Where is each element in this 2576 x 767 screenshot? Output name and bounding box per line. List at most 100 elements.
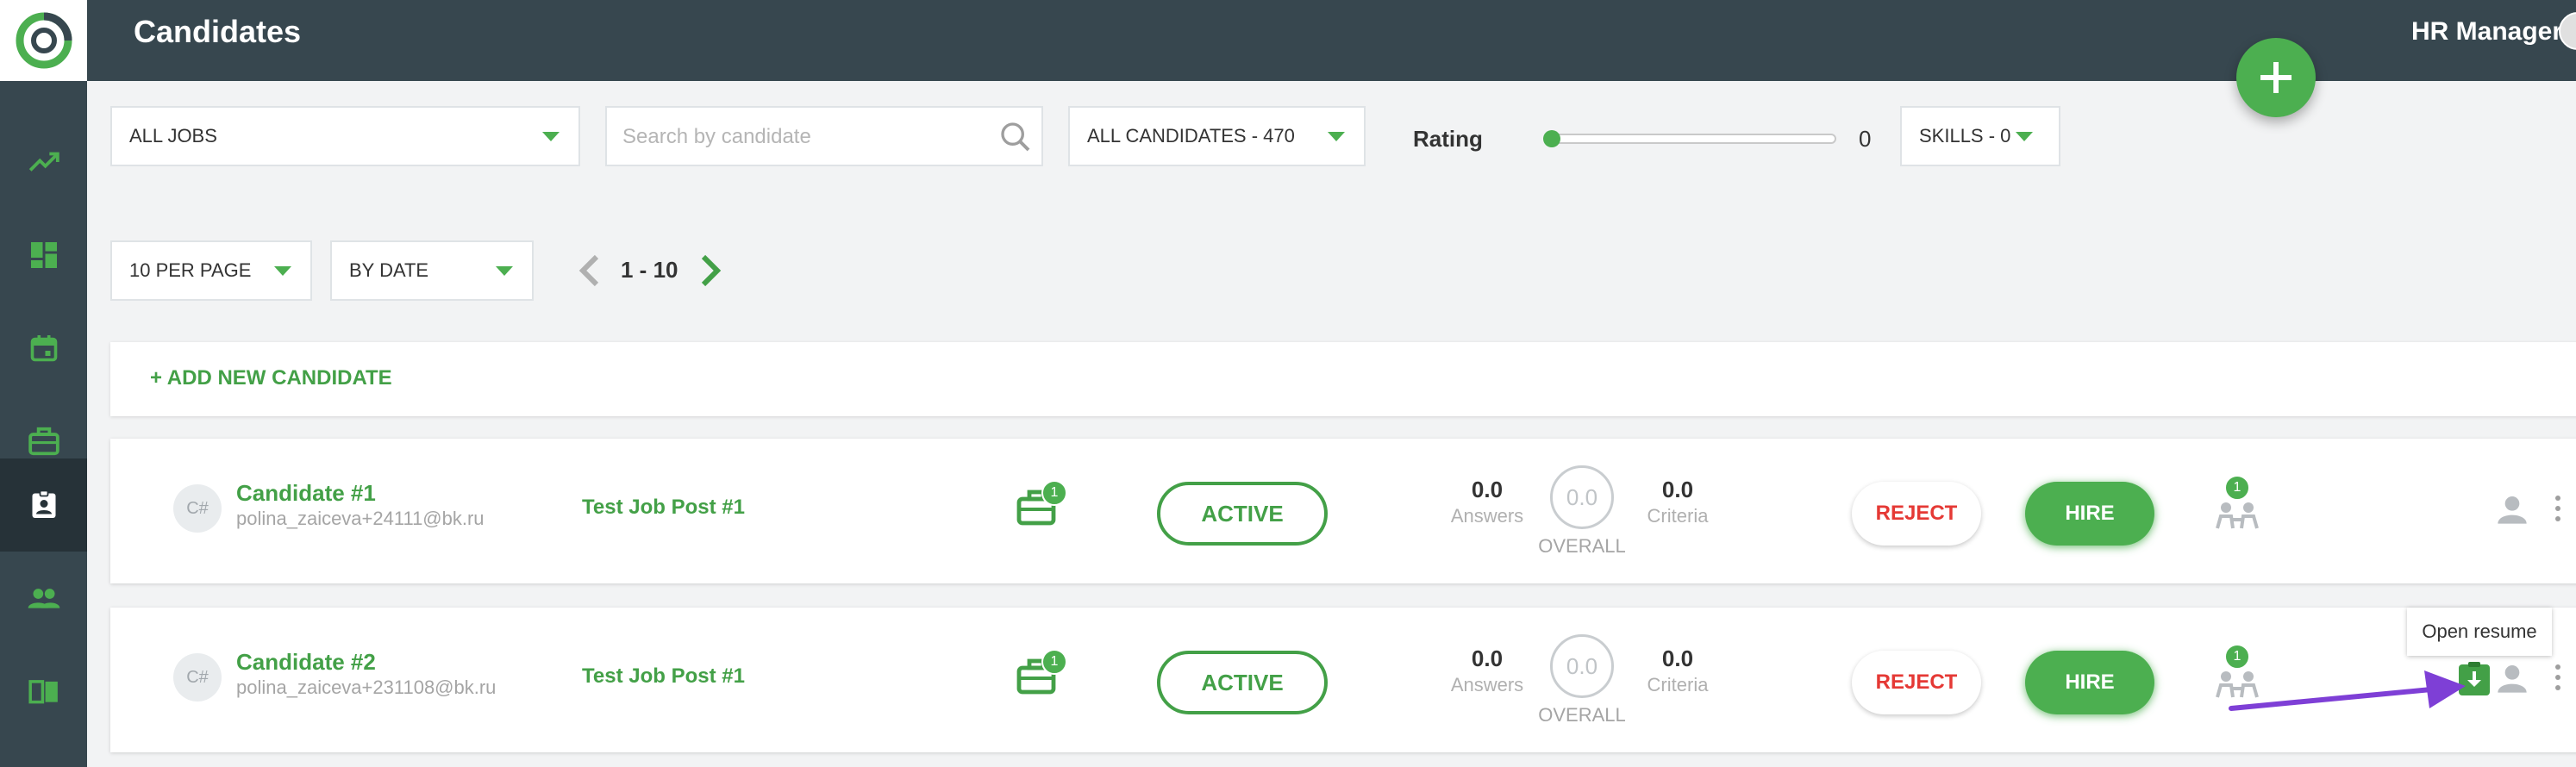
reject-button[interactable]: REJECT [1852,651,1981,714]
candidate-profile-button[interactable] [2495,492,2529,531]
answers-label: Answers [1450,505,1524,527]
calendar-icon [30,335,57,362]
app: Candidates HR Manager ALL JOBS Search by… [0,0,2576,767]
sidebar-item-dashboard[interactable] [0,209,87,302]
answers-score: 0.0 Answers [1435,477,1539,527]
briefcase-icon [28,427,59,456]
page-range: 1 - 10 [621,257,678,283]
previous-page-button[interactable] [576,253,603,292]
interview-button[interactable]: 1 [2214,644,2260,705]
answers-score: 0.0 Answers [1435,645,1539,696]
chevron-down-icon [1328,132,1345,141]
next-page-button[interactable] [697,253,724,292]
sidebar-item-knowledge-base[interactable] [0,645,87,738]
rating-slider-track[interactable] [1552,134,1836,144]
chevron-right-icon [701,254,722,287]
job-briefcase-button[interactable]: 1 [1016,649,1067,702]
dashboard-icon [30,242,57,268]
book-icon [28,680,58,704]
per-page-value: 10 PER PAGE [129,259,252,281]
candidate-initials-avatar: C# [173,653,222,702]
status-button[interactable]: ACTIVE [1157,482,1328,546]
chevron-left-icon [578,254,599,287]
job-count-badge: 1 [1041,649,1067,675]
people-icon [28,589,59,608]
answers-value: 0.0 [1471,477,1504,502]
candidate-job-link[interactable]: Test Job Post #1 [582,496,745,520]
open-resume-tooltip: Open resume [2407,608,2552,656]
person-icon [2498,665,2527,693]
sidebar [0,81,87,767]
job-briefcase-button[interactable]: 1 [1016,480,1067,533]
jobs-filter-value: ALL JOBS [129,125,217,147]
add-fab-button[interactable] [2236,38,2316,117]
overall-score-circle: 0.0 [1550,634,1614,698]
skills-filter-select[interactable]: SKILLS - 0 [1900,106,2060,166]
rating-value: 0 [1859,126,1872,152]
person-icon [2498,496,2527,524]
page-title: Candidates [134,14,302,49]
candidate-email: polina_zaiceva+231108@bk.ru [236,677,497,698]
candidate-initials-avatar: C# [173,484,222,533]
trending-up-icon [28,152,59,171]
candidate-job-link[interactable]: Test Job Post #1 [582,664,745,689]
candidate-profile-button[interactable] [2495,661,2529,700]
add-new-candidate-link[interactable]: + ADD NEW CANDIDATE [150,366,392,390]
answers-label: Answers [1450,674,1524,695]
interview-button[interactable]: 1 [2214,475,2260,536]
open-resume-button[interactable] [2457,661,2492,702]
job-count-badge: 1 [1041,480,1067,506]
search-icon[interactable] [998,120,1033,159]
sort-value: BY DATE [349,259,429,281]
candidate-row: C# Candidate #2 polina_zaiceva+231108@bk… [110,608,2576,752]
candidate-email: polina_zaiceva+24111@bk.ru [236,508,485,529]
chevron-down-icon [2016,132,2033,141]
sidebar-item-calendar[interactable] [0,302,87,395]
candidates-filter-value: ALL CANDIDATES - 470 [1087,125,1295,147]
overall-label: OVERALL [1538,535,1626,557]
logo-icon [16,12,72,69]
hire-button[interactable]: HIRE [2025,651,2154,714]
candidate-row: C# Candidate #1 polina_zaiceva+24111@bk.… [110,439,2576,583]
reject-button[interactable]: REJECT [1852,482,1981,546]
status-button[interactable]: ACTIVE [1157,651,1328,714]
criteria-label: Criteria [1647,505,1709,527]
more-options-button[interactable] [2555,664,2562,695]
plus-icon [2260,62,2292,93]
criteria-label: Criteria [1647,674,1709,695]
chevron-down-icon [496,266,513,276]
candidates-filter-select[interactable]: ALL CANDIDATES - 470 [1068,106,1366,166]
resume-download-icon [2459,662,2490,695]
candidate-name-link[interactable]: Candidate #2 [236,649,376,676]
sidebar-item-analytics[interactable] [0,115,87,209]
criteria-score: 0.0 Criteria [1626,645,1729,696]
sort-select[interactable]: BY DATE [330,240,534,301]
chevron-down-icon [542,132,560,141]
criteria-value: 0.0 [1661,645,1694,671]
user-name[interactable]: HR Manager [2411,17,2562,47]
search-input[interactable] [622,120,985,154]
candidate-name-link[interactable]: Candidate #1 [236,480,376,507]
app-logo[interactable] [0,0,87,81]
sidebar-item-candidates[interactable] [0,458,87,552]
chevron-down-icon [274,266,291,276]
answers-value: 0.0 [1471,645,1504,671]
criteria-score: 0.0 Criteria [1626,477,1729,527]
overall-label: OVERALL [1538,704,1626,726]
top-bar: Candidates HR Manager [0,0,2576,81]
hire-button[interactable]: HIRE [2025,482,2154,546]
rating-label: Rating [1413,126,1483,152]
jobs-filter-select[interactable]: ALL JOBS [110,106,580,166]
overall-score-circle: 0.0 [1550,465,1614,529]
skills-filter-value: SKILLS - 0 [1919,125,2011,147]
sidebar-item-team[interactable] [0,552,87,645]
search-box[interactable] [605,106,1043,166]
interview-count-badge: 1 [2224,644,2250,670]
clipboard-person-icon [32,490,55,518]
per-page-select[interactable]: 10 PER PAGE [110,240,312,301]
rating-slider-handle[interactable] [1543,130,1560,147]
interview-count-badge: 1 [2224,475,2250,501]
add-candidate-card: + ADD NEW CANDIDATE [110,342,2576,416]
criteria-value: 0.0 [1661,477,1694,502]
more-options-button[interactable] [2555,496,2562,527]
